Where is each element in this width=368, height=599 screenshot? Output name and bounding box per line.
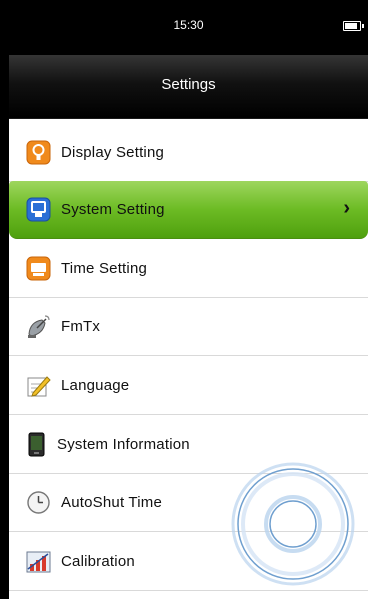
menu-item-display-setting[interactable]: Display Setting [9, 124, 368, 182]
clock-icon [26, 490, 51, 515]
touch-indicator-icon [231, 462, 355, 586]
menu-item-fmtx[interactable]: FmTx [9, 298, 368, 356]
menu-item-label: System Setting [61, 201, 165, 218]
title-bar: Settings [9, 55, 368, 119]
screen-edge [0, 0, 9, 599]
system-setting-icon [26, 197, 51, 222]
chevron-right-icon: › [343, 197, 350, 219]
status-bar: 15:30 [9, 0, 368, 55]
menu-item-label: AutoShut Time [61, 494, 162, 511]
menu-item-label: FmTx [61, 318, 101, 335]
system-information-icon [24, 432, 49, 457]
menu-item-label: Language [61, 377, 130, 394]
menu-item-language[interactable]: Language [9, 357, 368, 415]
page-title: Settings [161, 76, 216, 93]
language-pencil-icon [26, 373, 51, 398]
battery-icon [343, 21, 364, 31]
menu-item-time-setting[interactable]: Time Setting [9, 240, 368, 298]
battery-fill [345, 23, 357, 29]
calibration-icon [26, 549, 51, 574]
menu-item-label: Time Setting [61, 260, 148, 277]
menu-item-system-setting[interactable]: System Setting › [9, 181, 368, 239]
menu-item-label: Display Setting [61, 144, 165, 161]
display-setting-icon [26, 140, 51, 165]
menu-item-label: Calibration [61, 553, 135, 570]
fmtx-satellite-icon [26, 314, 51, 339]
menu-item-label: System Information [57, 436, 190, 453]
status-time: 15:30 [173, 18, 204, 32]
time-setting-icon [26, 256, 51, 281]
phone-screen: 15:30 Settings Display Setting System Se… [0, 0, 368, 599]
